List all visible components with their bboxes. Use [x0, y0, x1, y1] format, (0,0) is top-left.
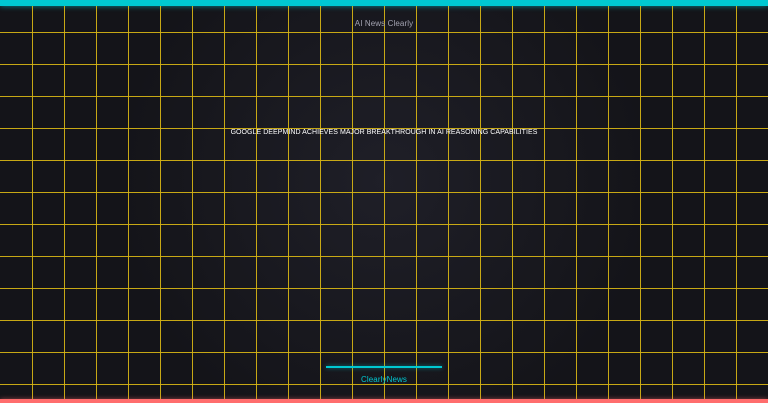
news-card: AI News Clearly GOOGLE DEEPMIND ACHIEVES… [0, 0, 768, 403]
bottom-accent-bar [0, 399, 768, 403]
footer-brand-label: ClearlyNews [361, 375, 407, 384]
footer-accent-line [326, 366, 442, 368]
headline-text: GOOGLE DEEPMIND ACHIEVES MAJOR BREAKTHRO… [230, 129, 538, 136]
background-grid [0, 6, 768, 399]
top-brand-label: AI News Clearly [354, 19, 414, 28]
top-accent-bar [0, 0, 768, 6]
